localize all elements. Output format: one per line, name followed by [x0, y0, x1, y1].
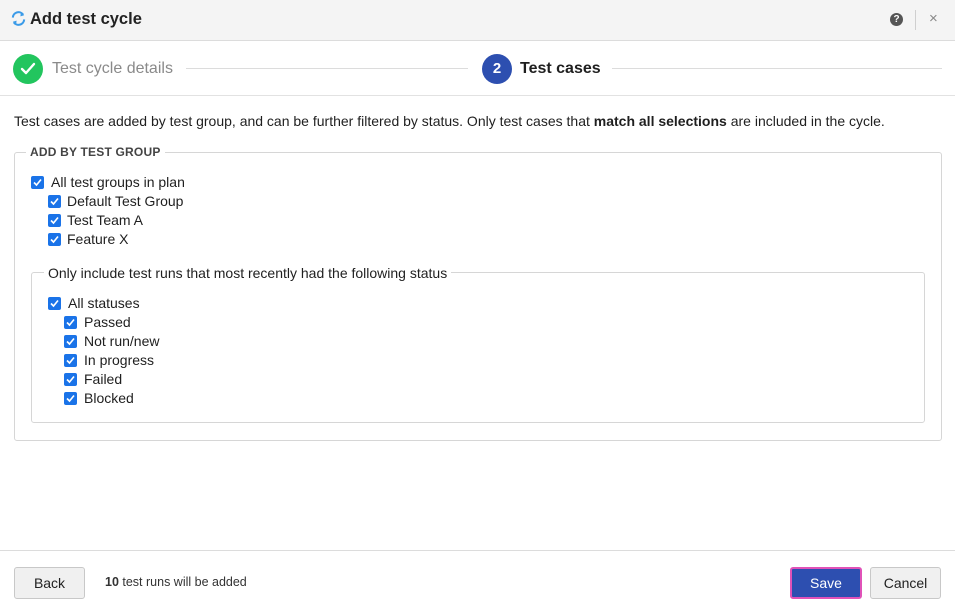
step-2-label: Test cases: [520, 60, 601, 77]
test-run-count-text: 10 test runs will be added: [105, 575, 247, 589]
status-checkbox[interactable]: [64, 354, 77, 367]
all-statuses-checkbox[interactable]: [48, 297, 61, 310]
test-group-label[interactable]: Test Team A: [67, 212, 143, 228]
intro-text: Test cases are added by test group, and …: [14, 113, 885, 129]
close-icon[interactable]: ×: [929, 9, 938, 29]
dialog-title: Add test cycle: [30, 10, 142, 28]
wizard-stepper: Test cycle details 2 Test cases: [0, 41, 955, 96]
test-run-count: 10: [105, 575, 119, 589]
intro-text-end: are included in the cycle.: [726, 113, 885, 129]
dialog-footer: Back 10 test runs will be added Save Can…: [0, 550, 955, 611]
step-1-check-icon[interactable]: [13, 54, 43, 84]
status-filter-legend: Only include test runs that most recentl…: [44, 265, 452, 281]
status-label[interactable]: In progress: [84, 352, 154, 368]
all-test-groups-checkbox[interactable]: [31, 176, 44, 189]
sync-icon: [11, 11, 26, 26]
test-run-count-suffix: test runs will be added: [118, 575, 247, 589]
status-label[interactable]: Failed: [84, 371, 122, 387]
status-label[interactable]: Not run/new: [84, 333, 159, 349]
titlebar-divider: [915, 10, 916, 30]
test-group-label[interactable]: Default Test Group: [67, 193, 183, 209]
back-button[interactable]: Back: [14, 567, 85, 599]
status-checkbox[interactable]: [64, 373, 77, 386]
status-label[interactable]: Blocked: [84, 390, 134, 406]
status-checkbox[interactable]: [64, 392, 77, 405]
test-group-checkbox[interactable]: [48, 195, 61, 208]
cancel-button[interactable]: Cancel: [870, 567, 941, 599]
save-button[interactable]: Save: [790, 567, 862, 599]
help-icon[interactable]: ?: [890, 13, 903, 26]
status-filter-fieldset: [31, 272, 925, 423]
step-1-label[interactable]: Test cycle details: [52, 60, 173, 78]
step-2-number: 2: [482, 54, 512, 84]
test-group-checkbox[interactable]: [48, 214, 61, 227]
intro-text-emphasis: match all selections: [593, 113, 727, 129]
test-group-legend: ADD BY TEST GROUP: [26, 145, 165, 159]
all-test-groups-label[interactable]: All test groups in plan: [51, 174, 185, 190]
test-group-checkbox[interactable]: [48, 233, 61, 246]
all-statuses-label[interactable]: All statuses: [68, 295, 140, 311]
test-group-label[interactable]: Feature X: [67, 231, 128, 247]
dialog-titlebar: Add test cycle ? ×: [0, 0, 955, 41]
intro-text-start: Test cases are added by test group, and …: [14, 113, 594, 129]
status-checkbox[interactable]: [64, 335, 77, 348]
step-connector: [612, 68, 942, 69]
step-connector: [186, 68, 468, 69]
status-checkbox[interactable]: [64, 316, 77, 329]
check-icon: [20, 62, 36, 75]
status-label[interactable]: Passed: [84, 314, 131, 330]
